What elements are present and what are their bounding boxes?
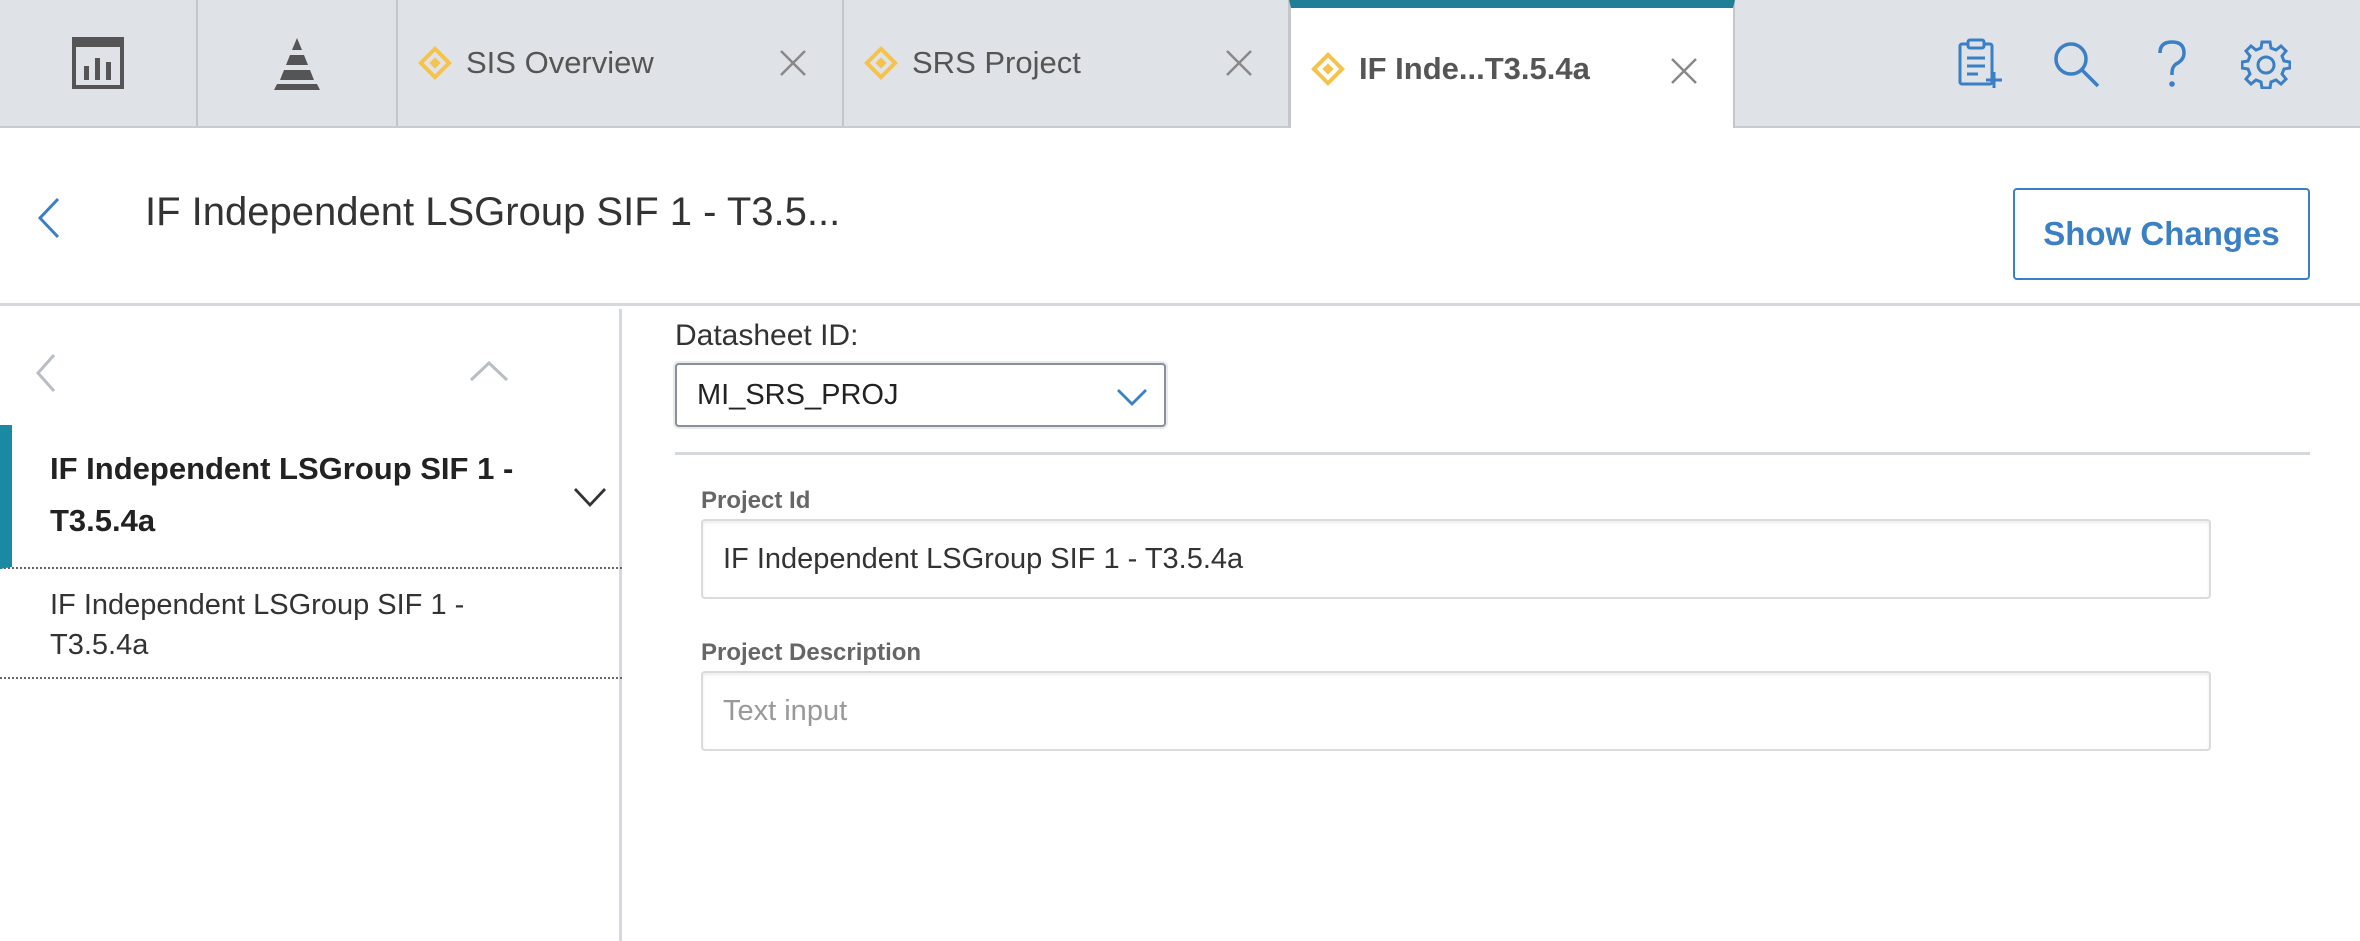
datasheet-id-select[interactable]: MI_SRS_PROJ [675,363,1166,427]
search-button[interactable] [2050,36,2102,92]
tree-expand-button[interactable] [568,477,612,517]
tab-label: SIS Overview [466,45,654,80]
clipboard-add-icon [1958,38,2002,88]
gear-icon [2241,40,2291,89]
help-button[interactable] [2146,36,2198,92]
page-title: IF Independent LSGroup SIF 1 - T3.5... [145,190,841,234]
dashboard-chart-icon [72,37,124,89]
tree-item-child[interactable]: IF Independent LSGroup SIF 1 - T3.5.4a [0,569,622,679]
search-icon [2054,42,2100,88]
tree-back-button[interactable] [26,345,66,401]
tab-bar: SIS Overview SRS Project IF Inde...T3.5.… [0,0,2360,130]
diamond-icon [418,46,452,80]
chevron-down-icon [1114,379,1150,415]
section-divider [675,452,2310,455]
chevron-left-icon [35,354,56,392]
show-changes-button[interactable]: Show Changes [2013,188,2310,280]
close-icon[interactable] [770,40,816,86]
pyramid-icon [274,38,320,90]
tree-collapse-button[interactable] [466,351,512,391]
close-icon[interactable] [1216,40,1262,86]
datasheet-panel: Datasheet ID: MI_SRS_PROJ Project Id Pro… [625,309,2360,941]
record-tree-panel: IF Independent LSGroup SIF 1 - T3.5.4a I… [0,309,622,941]
diamond-icon [864,46,898,80]
tab-if-independent[interactable]: IF Inde...T3.5.4a [1289,0,1735,130]
clipboard-add-button[interactable] [1954,36,2006,92]
chevron-up-icon [469,360,509,382]
tab-sis-overview[interactable]: SIS Overview [398,0,844,126]
project-id-field[interactable] [701,519,2211,599]
tree-item-selected[interactable]: IF Independent LSGroup SIF 1 - T3.5.4a [0,425,622,569]
settings-button[interactable] [2240,36,2292,92]
tab-srs-project[interactable]: SRS Project [844,0,1290,126]
back-button[interactable] [26,188,72,248]
tree-item-label: IF Independent LSGroup SIF 1 - T3.5.4a [50,451,514,538]
tab-dashboard[interactable] [0,0,198,126]
chevron-left-icon [37,197,60,239]
help-icon [2158,40,2186,87]
page-header: IF Independent LSGroup SIF 1 - T3.5... S… [0,128,2360,306]
tab-label: SRS Project [912,45,1081,80]
datasheet-id-label: Datasheet ID: [675,319,859,352]
project-description-field[interactable] [701,671,2211,751]
tab-label: IF Inde...T3.5.4a [1359,51,1590,86]
datasheet-id-value: MI_SRS_PROJ [697,379,899,411]
project-description-label: Project Description [701,639,922,666]
tree-item-label: IF Independent LSGroup SIF 1 - T3.5.4a [50,589,465,661]
tab-pyramid[interactable] [198,0,398,126]
diamond-icon [1311,52,1345,86]
close-icon[interactable] [1661,48,1707,94]
project-id-label: Project Id [701,487,811,514]
chevron-down-icon [573,488,607,508]
